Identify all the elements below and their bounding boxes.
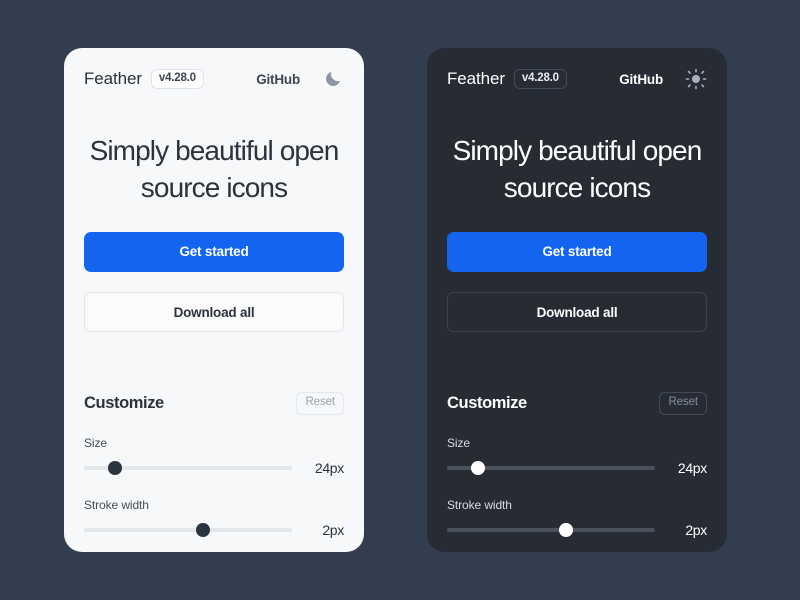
brand-name-dark: Feather (447, 69, 505, 88)
customize-header-dark: Customize Reset (447, 392, 707, 415)
size-control-row: 24px (84, 459, 344, 477)
dark-panel-content: Feather v4.28.0 GitHub Simply beautiful … (427, 48, 727, 552)
stroke-width-control-row: 2px (84, 521, 344, 539)
stroke-width-slider-thumb-dark[interactable] (558, 522, 573, 537)
stroke-width-slider-thumb[interactable] (195, 522, 210, 537)
stroke-width-control: Stroke width 2px (84, 498, 344, 539)
stroke-width-slider-track-dark (447, 527, 655, 532)
stroke-width-value: 2px (322, 521, 344, 538)
get-started-button[interactable]: Get started (84, 232, 344, 273)
size-control-row-dark: 24px (447, 459, 707, 477)
size-slider[interactable] (84, 459, 292, 477)
sun-icon[interactable] (685, 68, 707, 90)
version-badge: v4.28.0 (150, 68, 204, 90)
page-title: Simply beautiful open source icons (89, 135, 340, 204)
preview-stage: Feather v4.28.0 GitHub Simply beautiful … (0, 0, 800, 600)
download-all-button-dark[interactable]: Download all (447, 292, 707, 333)
stroke-width-label-dark: Stroke width (447, 497, 512, 512)
moon-icon[interactable] (322, 68, 344, 90)
size-label: Size (84, 435, 107, 450)
size-control-dark: Size 24px (447, 436, 707, 477)
size-slider-thumb-dark[interactable] (471, 460, 486, 475)
size-slider-dark[interactable] (447, 459, 655, 477)
customize-title: Customize (84, 394, 164, 413)
github-link-dark[interactable]: GitHub (619, 72, 663, 87)
size-value: 24px (314, 459, 344, 476)
stroke-width-slider-track (84, 527, 292, 532)
brand-name: Feather (84, 69, 142, 88)
dark-theme-panel: Feather v4.28.0 GitHub Simply beautiful … (427, 48, 727, 552)
version-badge-dark: v4.28.0 (513, 68, 567, 90)
get-started-button-dark[interactable]: Get started (447, 232, 707, 273)
github-link[interactable]: GitHub (256, 72, 300, 87)
size-value-dark: 24px (677, 459, 707, 476)
stroke-width-slider[interactable] (84, 521, 292, 539)
download-all-button[interactable]: Download all (84, 292, 344, 333)
site-header: Feather v4.28.0 GitHub (84, 48, 344, 106)
stroke-width-label: Stroke width (84, 497, 149, 512)
page-title-dark: Simply beautiful open source icons (452, 135, 703, 204)
customize-title-dark: Customize (447, 394, 527, 413)
size-control: Size 24px (84, 436, 344, 477)
light-theme-panel: Feather v4.28.0 GitHub Simply beautiful … (64, 48, 364, 552)
size-label-dark: Size (447, 435, 470, 450)
stroke-width-slider-dark[interactable] (447, 521, 655, 539)
size-slider-thumb[interactable] (108, 460, 123, 475)
reset-button-dark[interactable]: Reset (659, 392, 707, 415)
light-panel-content: Feather v4.28.0 GitHub Simply beautiful … (64, 48, 364, 552)
reset-button[interactable]: Reset (296, 392, 344, 415)
stroke-width-control-dark: Stroke width 2px (447, 498, 707, 539)
customize-header: Customize Reset (84, 392, 344, 415)
stroke-width-value-dark: 2px (685, 521, 707, 538)
site-header-dark: Feather v4.28.0 GitHub (447, 48, 707, 106)
stroke-width-control-row-dark: 2px (447, 521, 707, 539)
